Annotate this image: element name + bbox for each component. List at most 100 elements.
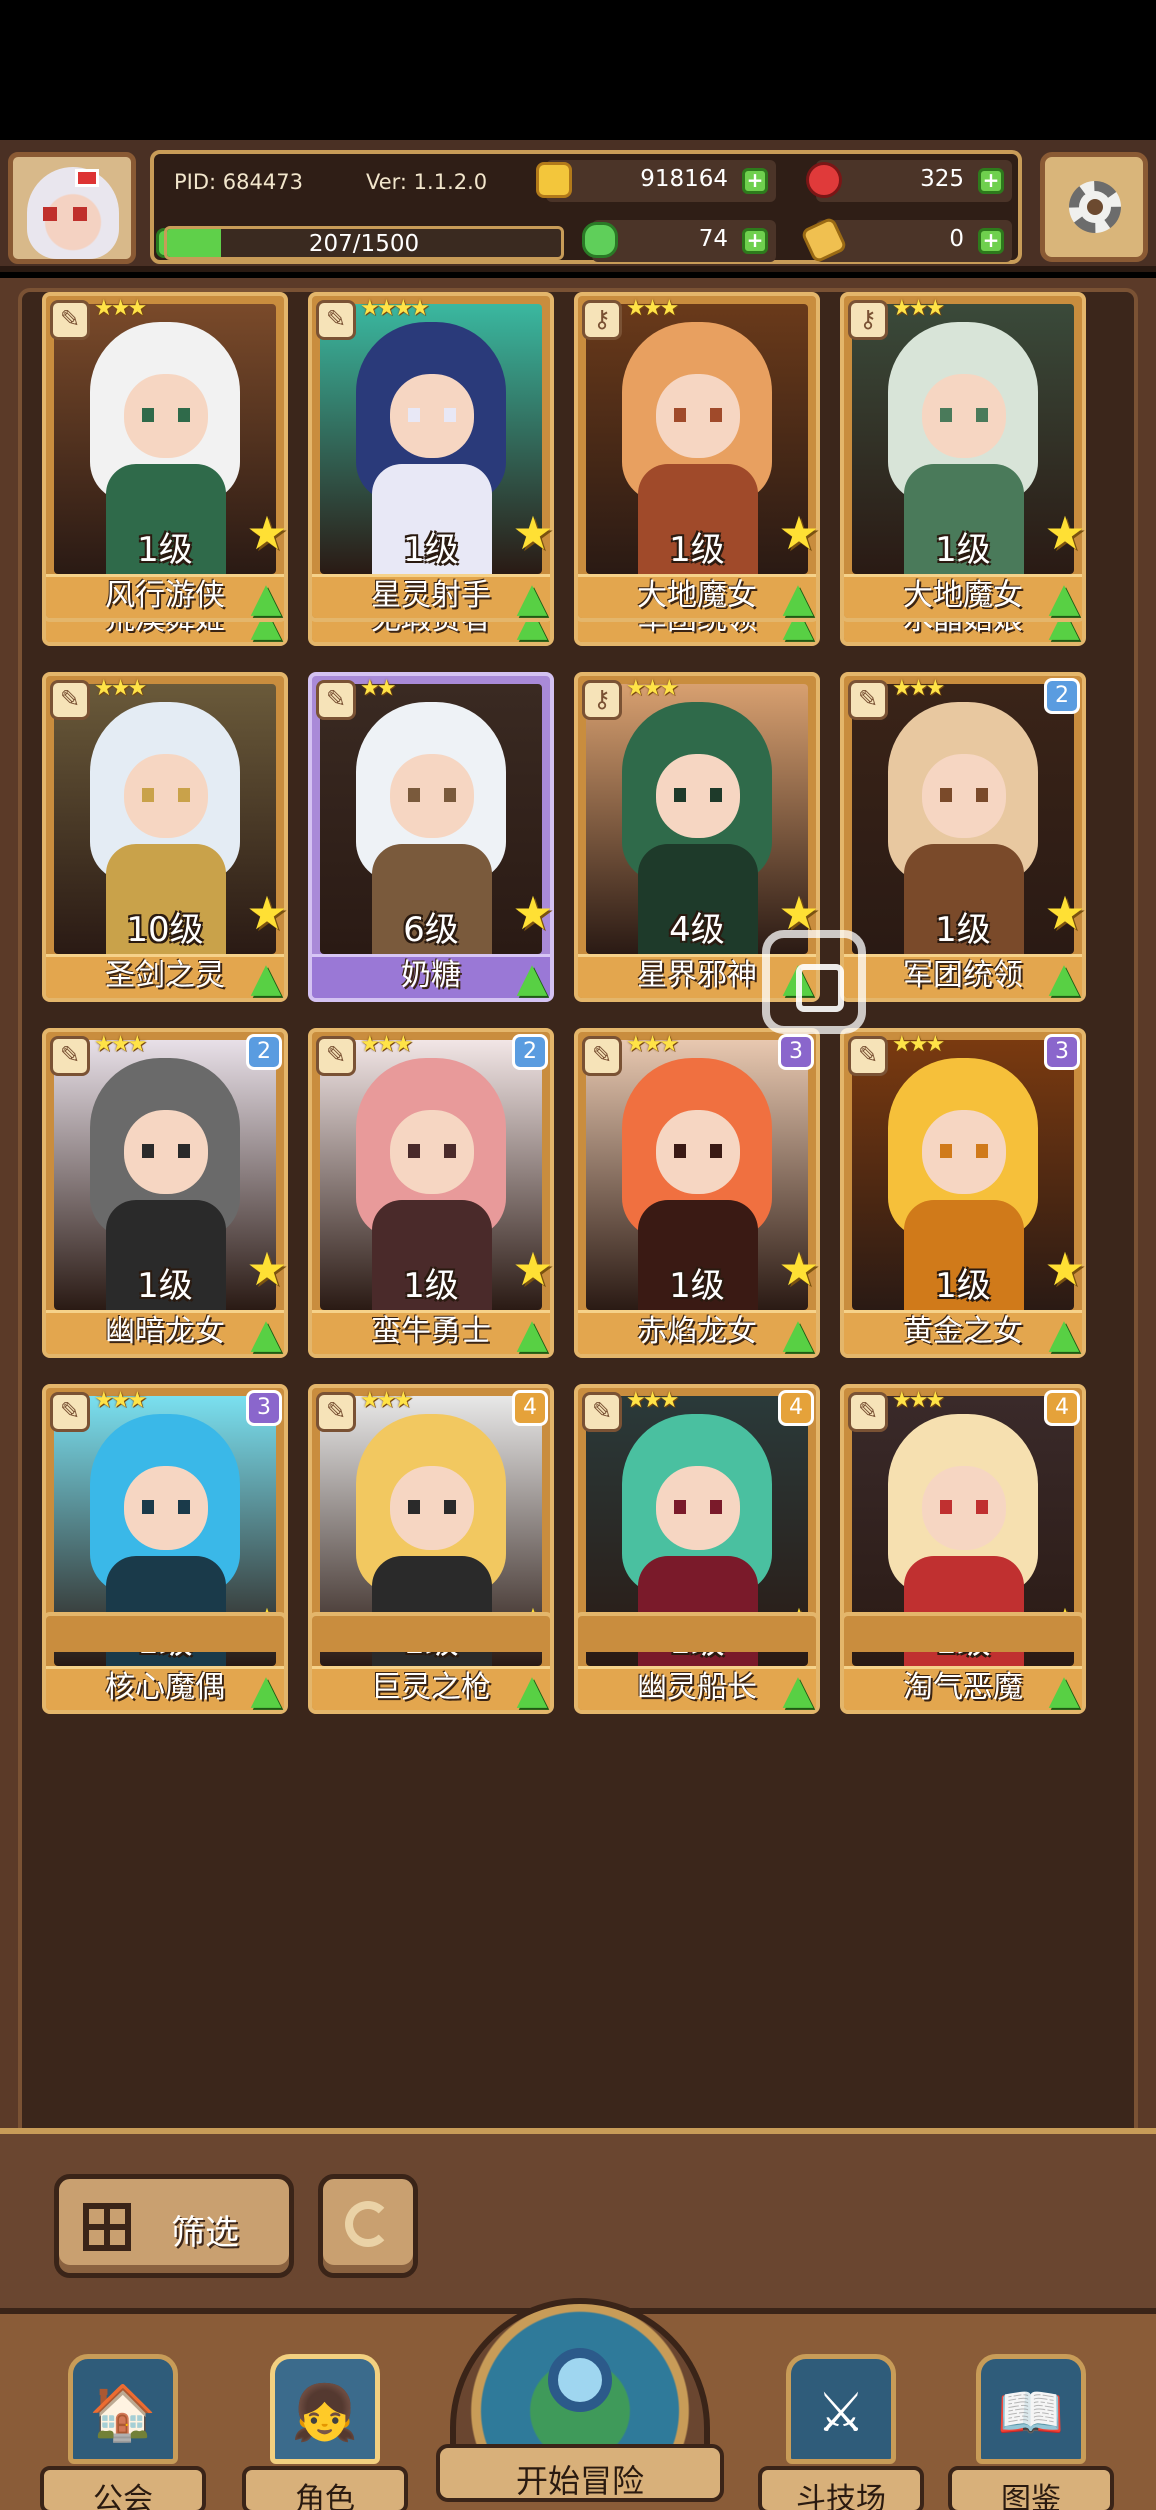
magnifier-icon (548, 2348, 612, 2412)
character-card[interactable]: ✎ ★★★ 1级 风行游侠 ★ ▲ (42, 292, 288, 622)
gem-value: 325 (920, 166, 964, 192)
start-adventure-button[interactable]: 开始冒险 (430, 2298, 730, 2510)
filter-label: 筛选 (171, 2213, 239, 2253)
reset-button[interactable] (318, 2174, 418, 2278)
add-gold-button[interactable]: + (742, 168, 768, 194)
character-grid[interactable]: ✎★★★★★175级荒漠舞姬▲✺★★★★★173级无瑕贤者▲✎★★★★★177级… (18, 288, 1138, 2148)
level-up-arrow-icon[interactable]: ▲ (508, 1666, 556, 1714)
star-rating: ★★★ (892, 676, 945, 701)
character-card[interactable]: ✎★★★41级淘气恶魔★▲ (840, 1384, 1086, 1714)
gem-counter: 325 + (806, 160, 1012, 202)
star-rating: ★★★★ (360, 296, 430, 321)
nav-guild[interactable]: 🏠 公会 (40, 2354, 206, 2510)
character-card-partial[interactable] (840, 1612, 1086, 1652)
nav-arena[interactable]: ⚔ 斗技场 (758, 2354, 924, 2510)
rank-badge: 4 (778, 1390, 814, 1426)
level-up-arrow-icon[interactable]: ▲ (242, 954, 290, 1002)
ticket-counter: 0 + (800, 216, 1012, 264)
star-rating: ★★★ (626, 676, 679, 701)
crossed-swords-icon: ⚔ (786, 2354, 896, 2464)
level-up-arrow-icon[interactable]: ▲ (774, 1310, 822, 1358)
level-up-arrow-icon[interactable]: ▲ (1040, 954, 1088, 1002)
class-leaf-icon: ✎ (582, 1036, 622, 1076)
character-card[interactable]: ✎ ★★★ 10级 圣剑之灵 ★ ▲ (42, 672, 288, 1002)
nav-codex[interactable]: 📖 图鉴 (948, 2354, 1114, 2510)
level-up-arrow-icon[interactable]: ▲ (774, 574, 822, 622)
character-card-partial[interactable] (574, 1612, 820, 1652)
bottom-nav: 🏠 公会 👧 角色 开始冒险 ⚔ 斗技场 📖 图鉴 (0, 2298, 1156, 2510)
star-rating: ★★★ (892, 1388, 945, 1413)
star-rating: ★★★ (94, 1388, 147, 1413)
nav-character[interactable]: 👧 角色 (242, 2354, 408, 2510)
character-card[interactable]: ✎ ★★ 6级 奶糖 ★ ▲ (308, 672, 554, 1002)
level-up-arrow-icon[interactable]: ▲ (1040, 1666, 1088, 1714)
star-rating: ★★★ (626, 1032, 679, 1057)
add-clover-button[interactable]: + (742, 228, 768, 254)
character-card[interactable]: ✎ ★★★ 3 1级 黄金之女 ★ ▲ (840, 1028, 1086, 1358)
class-key-icon: ⚷ (582, 300, 622, 340)
class-leaf-icon: ✎ (848, 1392, 888, 1432)
red-gem-icon (806, 162, 842, 198)
class-leaf-icon: ✎ (50, 300, 90, 340)
level-up-arrow-icon[interactable]: ▲ (242, 1666, 290, 1714)
character-card[interactable]: ⚷ ★★★ 1级 大地魔女 ★ ▲ (840, 292, 1086, 622)
guild-house-icon: 🏠 (68, 2354, 178, 2464)
character-face-icon: 👧 (270, 2354, 380, 2464)
star-upgrade-icon: ★ (246, 886, 288, 940)
resource-panel: PID: 684473 Ver: 1.1.2.0 918164 + 325 + … (150, 150, 1022, 264)
character-card[interactable]: ✎★★★31级核心魔偶★▲ (42, 1384, 288, 1714)
rank-badge: 3 (778, 1034, 814, 1070)
character-card[interactable]: ✎ ★★★ 3 1级 赤焰龙女 ★ ▲ (574, 1028, 820, 1358)
add-gem-button[interactable]: + (978, 168, 1004, 194)
level-up-arrow-icon[interactable]: ▲ (774, 1666, 822, 1714)
level-up-arrow-icon[interactable]: ▲ (242, 1310, 290, 1358)
refresh-icon (345, 2201, 391, 2247)
star-upgrade-icon: ★ (778, 1242, 820, 1296)
ticket-value: 0 (949, 226, 964, 252)
class-leaf-icon: ✎ (50, 1392, 90, 1432)
rank-badge: 3 (1044, 1034, 1080, 1070)
filter-button[interactable]: 筛选 (54, 2174, 294, 2278)
character-card[interactable]: ✎ ★★★ 2 1级 蛮牛勇士 ★ ▲ (308, 1028, 554, 1358)
star-upgrade-icon: ★ (512, 1242, 554, 1296)
level-up-arrow-icon[interactable]: ▲ (508, 1310, 556, 1358)
class-leaf-icon: ✎ (848, 680, 888, 720)
settings-button[interactable] (1040, 152, 1148, 262)
star-rating: ★★★ (360, 1388, 413, 1413)
star-upgrade-icon: ★ (246, 506, 288, 560)
character-card[interactable]: ✎ ★★★ 2 1级 幽暗龙女 ★ ▲ (42, 1028, 288, 1358)
star-rating: ★★★ (626, 1388, 679, 1413)
class-leaf-icon: ✎ (582, 1392, 622, 1432)
star-upgrade-icon: ★ (1044, 1242, 1086, 1296)
exp-bar: 207/1500 (164, 226, 564, 260)
add-ticket-button[interactable]: + (978, 228, 1004, 254)
character-card[interactable]: ✎★★★41级幽灵船长★▲ (574, 1384, 820, 1714)
level-up-arrow-icon[interactable]: ▲ (1040, 574, 1088, 622)
character-card[interactable]: ⚷ ★★★ 1级 大地魔女 ★ ▲ (574, 292, 820, 622)
character-card[interactable]: ✎ ★★★★ 1级 星灵射手 ★ ▲ (308, 292, 554, 622)
character-card-partial[interactable] (42, 1612, 288, 1652)
level-up-arrow-icon[interactable]: ▲ (508, 574, 556, 622)
grid-filter-icon (83, 2203, 131, 2251)
book-icon: 📖 (976, 2354, 1086, 2464)
nav-arena-label: 斗技场 (796, 2482, 886, 2510)
avatar-bow (75, 169, 99, 187)
star-rating: ★★ (360, 676, 396, 701)
level-up-arrow-icon[interactable]: ▲ (242, 574, 290, 622)
star-upgrade-icon: ★ (1044, 506, 1086, 560)
start-adventure-label: 开始冒险 (515, 2462, 644, 2500)
rank-badge: 2 (1044, 678, 1080, 714)
clover-counter: 74 + (582, 220, 776, 262)
character-card-partial[interactable] (308, 1612, 554, 1652)
class-key-icon: ⚷ (848, 300, 888, 340)
star-upgrade-icon: ★ (512, 506, 554, 560)
star-rating: ★★★ (94, 1032, 147, 1057)
level-up-arrow-icon[interactable]: ▲ (508, 954, 556, 1002)
character-card[interactable]: ✎★★★41级巨灵之枪★▲ (308, 1384, 554, 1714)
player-avatar[interactable] (8, 152, 136, 264)
character-card[interactable]: ✎ ★★★ 2 1级 军团统领 ★ ▲ (840, 672, 1086, 1002)
clover-value: 74 (698, 226, 728, 252)
level-up-arrow-icon[interactable]: ▲ (1040, 1310, 1088, 1358)
class-leaf-icon: ✎ (316, 300, 356, 340)
star-upgrade-icon: ★ (778, 506, 820, 560)
